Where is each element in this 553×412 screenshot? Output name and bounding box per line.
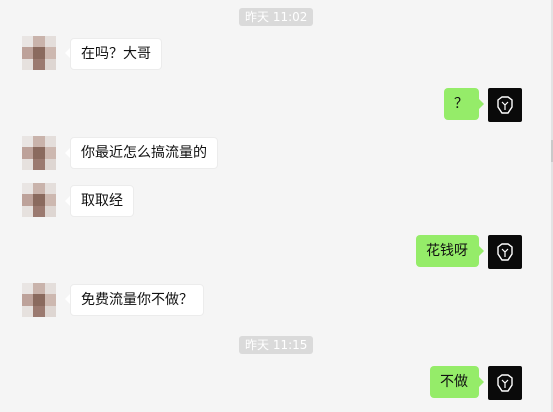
- avatar-mosaic-tile: [44, 58, 56, 70]
- contact-avatar[interactable]: [22, 283, 56, 317]
- avatar-mosaic-tile: [44, 183, 56, 195]
- avatar-mosaic-tile: [33, 194, 45, 206]
- my-avatar-logo-icon[interactable]: [488, 366, 522, 400]
- avatar-mosaic-tile: [22, 305, 34, 317]
- avatar-mosaic-tile: [22, 58, 34, 70]
- avatar-mosaic-tile: [22, 36, 34, 48]
- avatar-mosaic-tile: [33, 158, 45, 170]
- outgoing-message[interactable]: 不做: [430, 366, 479, 398]
- outgoing-message[interactable]: ？: [444, 88, 479, 120]
- avatar-mosaic-tile: [44, 283, 56, 295]
- avatar-mosaic-tile: [44, 294, 56, 306]
- avatar-mosaic-tile: [33, 294, 45, 306]
- avatar-mosaic-tile: [22, 183, 34, 195]
- avatar-mosaic-tile: [44, 158, 56, 170]
- bubble-tail: [479, 377, 484, 387]
- avatar-mosaic-tile: [33, 136, 45, 148]
- avatar-mosaic-tile: [44, 194, 56, 206]
- avatar-mosaic-tile: [22, 283, 34, 295]
- avatar-mosaic-tile: [22, 136, 34, 148]
- avatar-mosaic-tile: [22, 205, 34, 217]
- avatar-mosaic-tile: [22, 194, 34, 206]
- contact-avatar[interactable]: [22, 136, 56, 170]
- bubble-tail: [479, 246, 484, 256]
- avatar-mosaic-tile: [33, 305, 45, 317]
- outgoing-message[interactable]: 花钱呀: [416, 235, 479, 267]
- incoming-message[interactable]: 你最近怎么搞流量的: [70, 137, 218, 169]
- incoming-message[interactable]: 在吗？大哥: [70, 38, 162, 70]
- avatar-mosaic-tile: [22, 147, 34, 159]
- avatar-mosaic-tile: [33, 183, 45, 195]
- contact-avatar[interactable]: [22, 36, 56, 70]
- my-avatar-logo-icon[interactable]: [488, 88, 522, 122]
- avatar-mosaic-tile: [44, 47, 56, 59]
- avatar-mosaic-tile: [44, 136, 56, 148]
- my-avatar-logo-icon[interactable]: [488, 235, 522, 269]
- incoming-message[interactable]: 取取经: [70, 185, 134, 217]
- avatar-mosaic-tile: [44, 147, 56, 159]
- avatar-mosaic-tile: [22, 47, 34, 59]
- logo-icon: [497, 374, 513, 392]
- avatar-mosaic-tile: [33, 47, 45, 59]
- avatar-mosaic-tile: [33, 36, 45, 48]
- avatar-mosaic-tile: [33, 147, 45, 159]
- avatar-mosaic-tile: [44, 205, 56, 217]
- avatar-mosaic-tile: [44, 305, 56, 317]
- avatar-mosaic-tile: [22, 294, 34, 306]
- logo-icon: [497, 96, 513, 114]
- avatar-mosaic-tile: [33, 58, 45, 70]
- contact-avatar[interactable]: [22, 183, 56, 217]
- incoming-message[interactable]: 免费流量你不做？: [70, 284, 204, 316]
- avatar-mosaic-tile: [22, 158, 34, 170]
- avatar-mosaic-tile: [44, 36, 56, 48]
- timestamp: 昨天 11:02: [239, 8, 314, 26]
- timestamp: 昨天 11:15: [239, 336, 314, 354]
- bubble-tail: [479, 99, 484, 109]
- avatar-mosaic-tile: [33, 283, 45, 295]
- avatar-mosaic-tile: [33, 205, 45, 217]
- chat-history: 昨天 11:02 在吗？大哥 ？ 你最近怎么搞流量的 取取经 花钱呀 免费流量你…: [0, 0, 553, 412]
- logo-icon: [497, 243, 513, 261]
